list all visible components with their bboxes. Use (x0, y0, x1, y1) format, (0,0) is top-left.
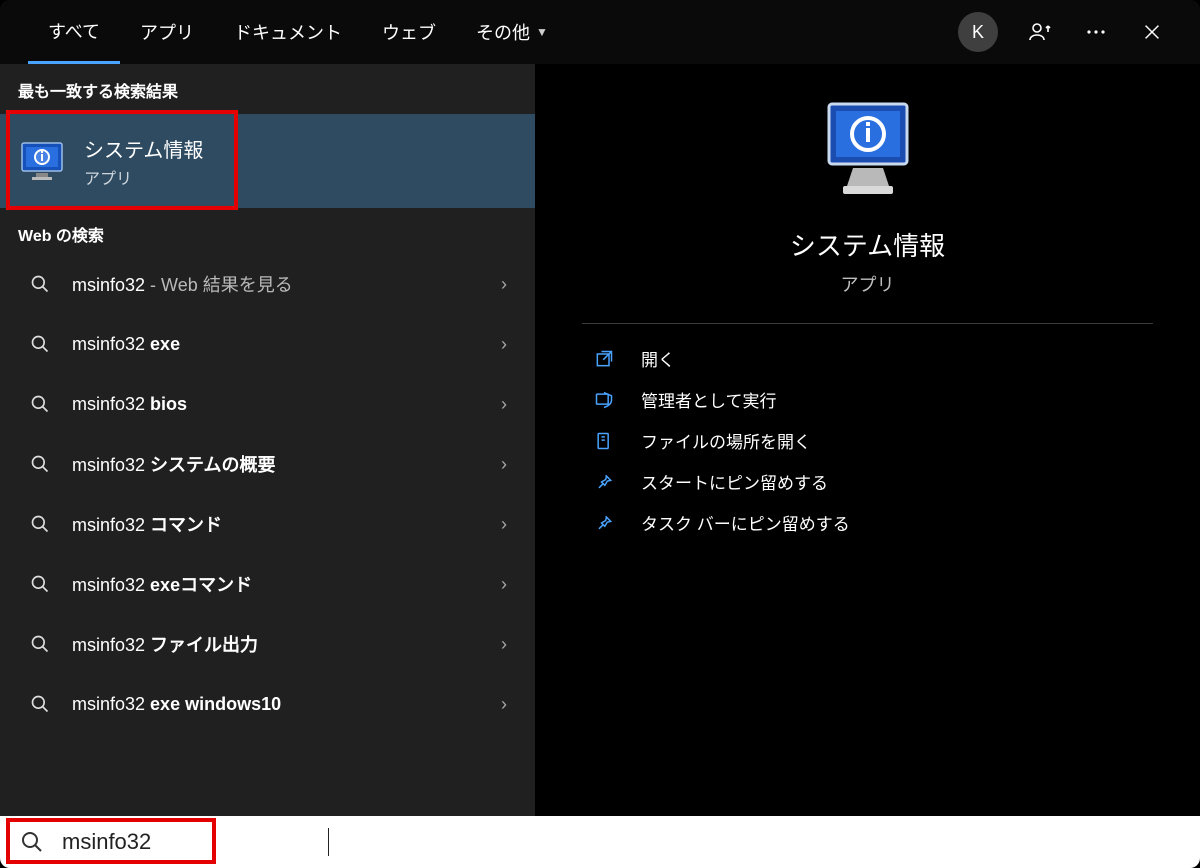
web-result-item[interactable]: msinfo32 システムの概要 › (0, 434, 535, 494)
tab-label: ドキュメント (234, 19, 342, 45)
web-result-label: msinfo32 ファイル出力 (30, 631, 258, 657)
more-options-icon[interactable] (1082, 18, 1110, 46)
avatar[interactable]: K (958, 12, 998, 52)
chevron-right-icon: › (501, 394, 507, 415)
search-icon (30, 514, 50, 534)
search-icon (30, 334, 50, 354)
header: すべて アプリ ドキュメント ウェブ その他 ▼ K (0, 0, 1200, 64)
web-result-item[interactable]: msinfo32 bios › (0, 374, 535, 434)
chevron-right-icon: › (501, 574, 507, 595)
chevron-right-icon: › (501, 334, 507, 355)
search-window: すべて アプリ ドキュメント ウェブ その他 ▼ K (0, 0, 1200, 868)
tab-web[interactable]: ウェブ (362, 0, 456, 64)
best-match-item[interactable]: システム情報 アプリ (0, 114, 535, 208)
web-result-item[interactable]: msinfo32 ファイル出力 › (0, 614, 535, 674)
tab-label: すべて (48, 18, 100, 44)
action-label: タスク バーにピン留めする (641, 510, 850, 535)
action-label: 管理者として実行 (641, 387, 777, 412)
tab-label: その他 (476, 19, 530, 45)
system-info-icon (18, 137, 66, 185)
close-icon[interactable] (1138, 18, 1166, 46)
admin-icon (593, 389, 615, 411)
web-result-item[interactable]: msinfo32 exeコマンド › (0, 554, 535, 614)
web-result-label: msinfo32 bios (30, 394, 187, 415)
preview-action[interactable]: 管理者として実行 (593, 387, 1142, 412)
preview-title: システム情報 (790, 226, 945, 263)
web-result-label: msinfo32 システムの概要 (30, 451, 276, 477)
best-match-heading: 最も一致する検索結果 (0, 64, 535, 114)
web-search-heading: Web の検索 (0, 208, 535, 254)
best-match-text: システム情報 アプリ (84, 134, 203, 189)
tab-all[interactable]: すべて (28, 0, 120, 64)
preview-action[interactable]: タスク バーにピン留めする (593, 510, 1142, 535)
search-icon (30, 274, 50, 294)
web-result-item[interactable]: msinfo32 exe windows10 › (0, 674, 535, 734)
text-caret (328, 828, 329, 856)
web-result-item[interactable]: msinfo32 - Web 結果を見る › (0, 254, 535, 314)
tab-more[interactable]: その他 ▼ (456, 0, 568, 64)
preview-subtitle: アプリ (841, 271, 895, 297)
web-result-label: msinfo32 - Web 結果を見る (30, 271, 293, 297)
search-input[interactable] (62, 829, 322, 855)
system-info-icon (823, 98, 913, 208)
web-result-label: msinfo32 exe windows10 (30, 694, 281, 715)
folder-icon (593, 430, 615, 452)
web-result-label: msinfo32 exeコマンド (30, 571, 252, 597)
search-bar (0, 816, 1200, 868)
chevron-right-icon: › (501, 514, 507, 535)
results-panel: 最も一致する検索結果 システム情報 (0, 64, 535, 816)
body: 最も一致する検索結果 システム情報 (0, 64, 1200, 816)
search-icon (30, 694, 50, 714)
chevron-down-icon: ▼ (536, 25, 548, 39)
pin-icon (593, 512, 615, 534)
web-result-label: msinfo32 コマンド (30, 511, 222, 537)
best-match-title: システム情報 (84, 134, 203, 163)
preview-action[interactable]: ファイルの場所を開く (593, 428, 1142, 453)
preview-action[interactable]: スタートにピン留めする (593, 469, 1142, 494)
chevron-right-icon: › (501, 454, 507, 475)
chevron-right-icon: › (501, 274, 507, 295)
web-result-item[interactable]: msinfo32 コマンド › (0, 494, 535, 554)
web-result-label: msinfo32 exe (30, 334, 180, 355)
open-icon (593, 348, 615, 370)
preview-header: システム情報 アプリ (535, 64, 1200, 324)
preview-actions: 開く管理者として実行ファイルの場所を開くスタートにピン留めするタスク バーにピン… (535, 324, 1200, 557)
header-buttons: K (958, 0, 1200, 64)
web-result-item[interactable]: msinfo32 exe › (0, 314, 535, 374)
preview-action[interactable]: 開く (593, 346, 1142, 371)
pin-icon (593, 471, 615, 493)
action-label: ファイルの場所を開く (641, 428, 811, 453)
avatar-initial: K (972, 22, 984, 43)
preview-panel: システム情報 アプリ 開く管理者として実行ファイルの場所を開くスタートにピン留め… (535, 64, 1200, 816)
web-results: msinfo32 - Web 結果を見る › msinfo32 exe › ms… (0, 254, 535, 734)
tab-documents[interactable]: ドキュメント (214, 0, 362, 64)
search-icon (30, 634, 50, 654)
tab-apps[interactable]: アプリ (120, 0, 214, 64)
tab-label: ウェブ (382, 19, 436, 45)
search-icon (30, 394, 50, 414)
search-icon (20, 830, 44, 854)
feedback-icon[interactable] (1026, 18, 1054, 46)
chevron-right-icon: › (501, 694, 507, 715)
action-label: スタートにピン留めする (641, 469, 828, 494)
tab-label: アプリ (140, 19, 194, 45)
action-label: 開く (641, 346, 675, 371)
search-icon (30, 454, 50, 474)
search-icon (30, 574, 50, 594)
header-tabs: すべて アプリ ドキュメント ウェブ その他 ▼ (0, 0, 568, 64)
best-match-subtitle: アプリ (84, 165, 203, 189)
chevron-right-icon: › (501, 634, 507, 655)
